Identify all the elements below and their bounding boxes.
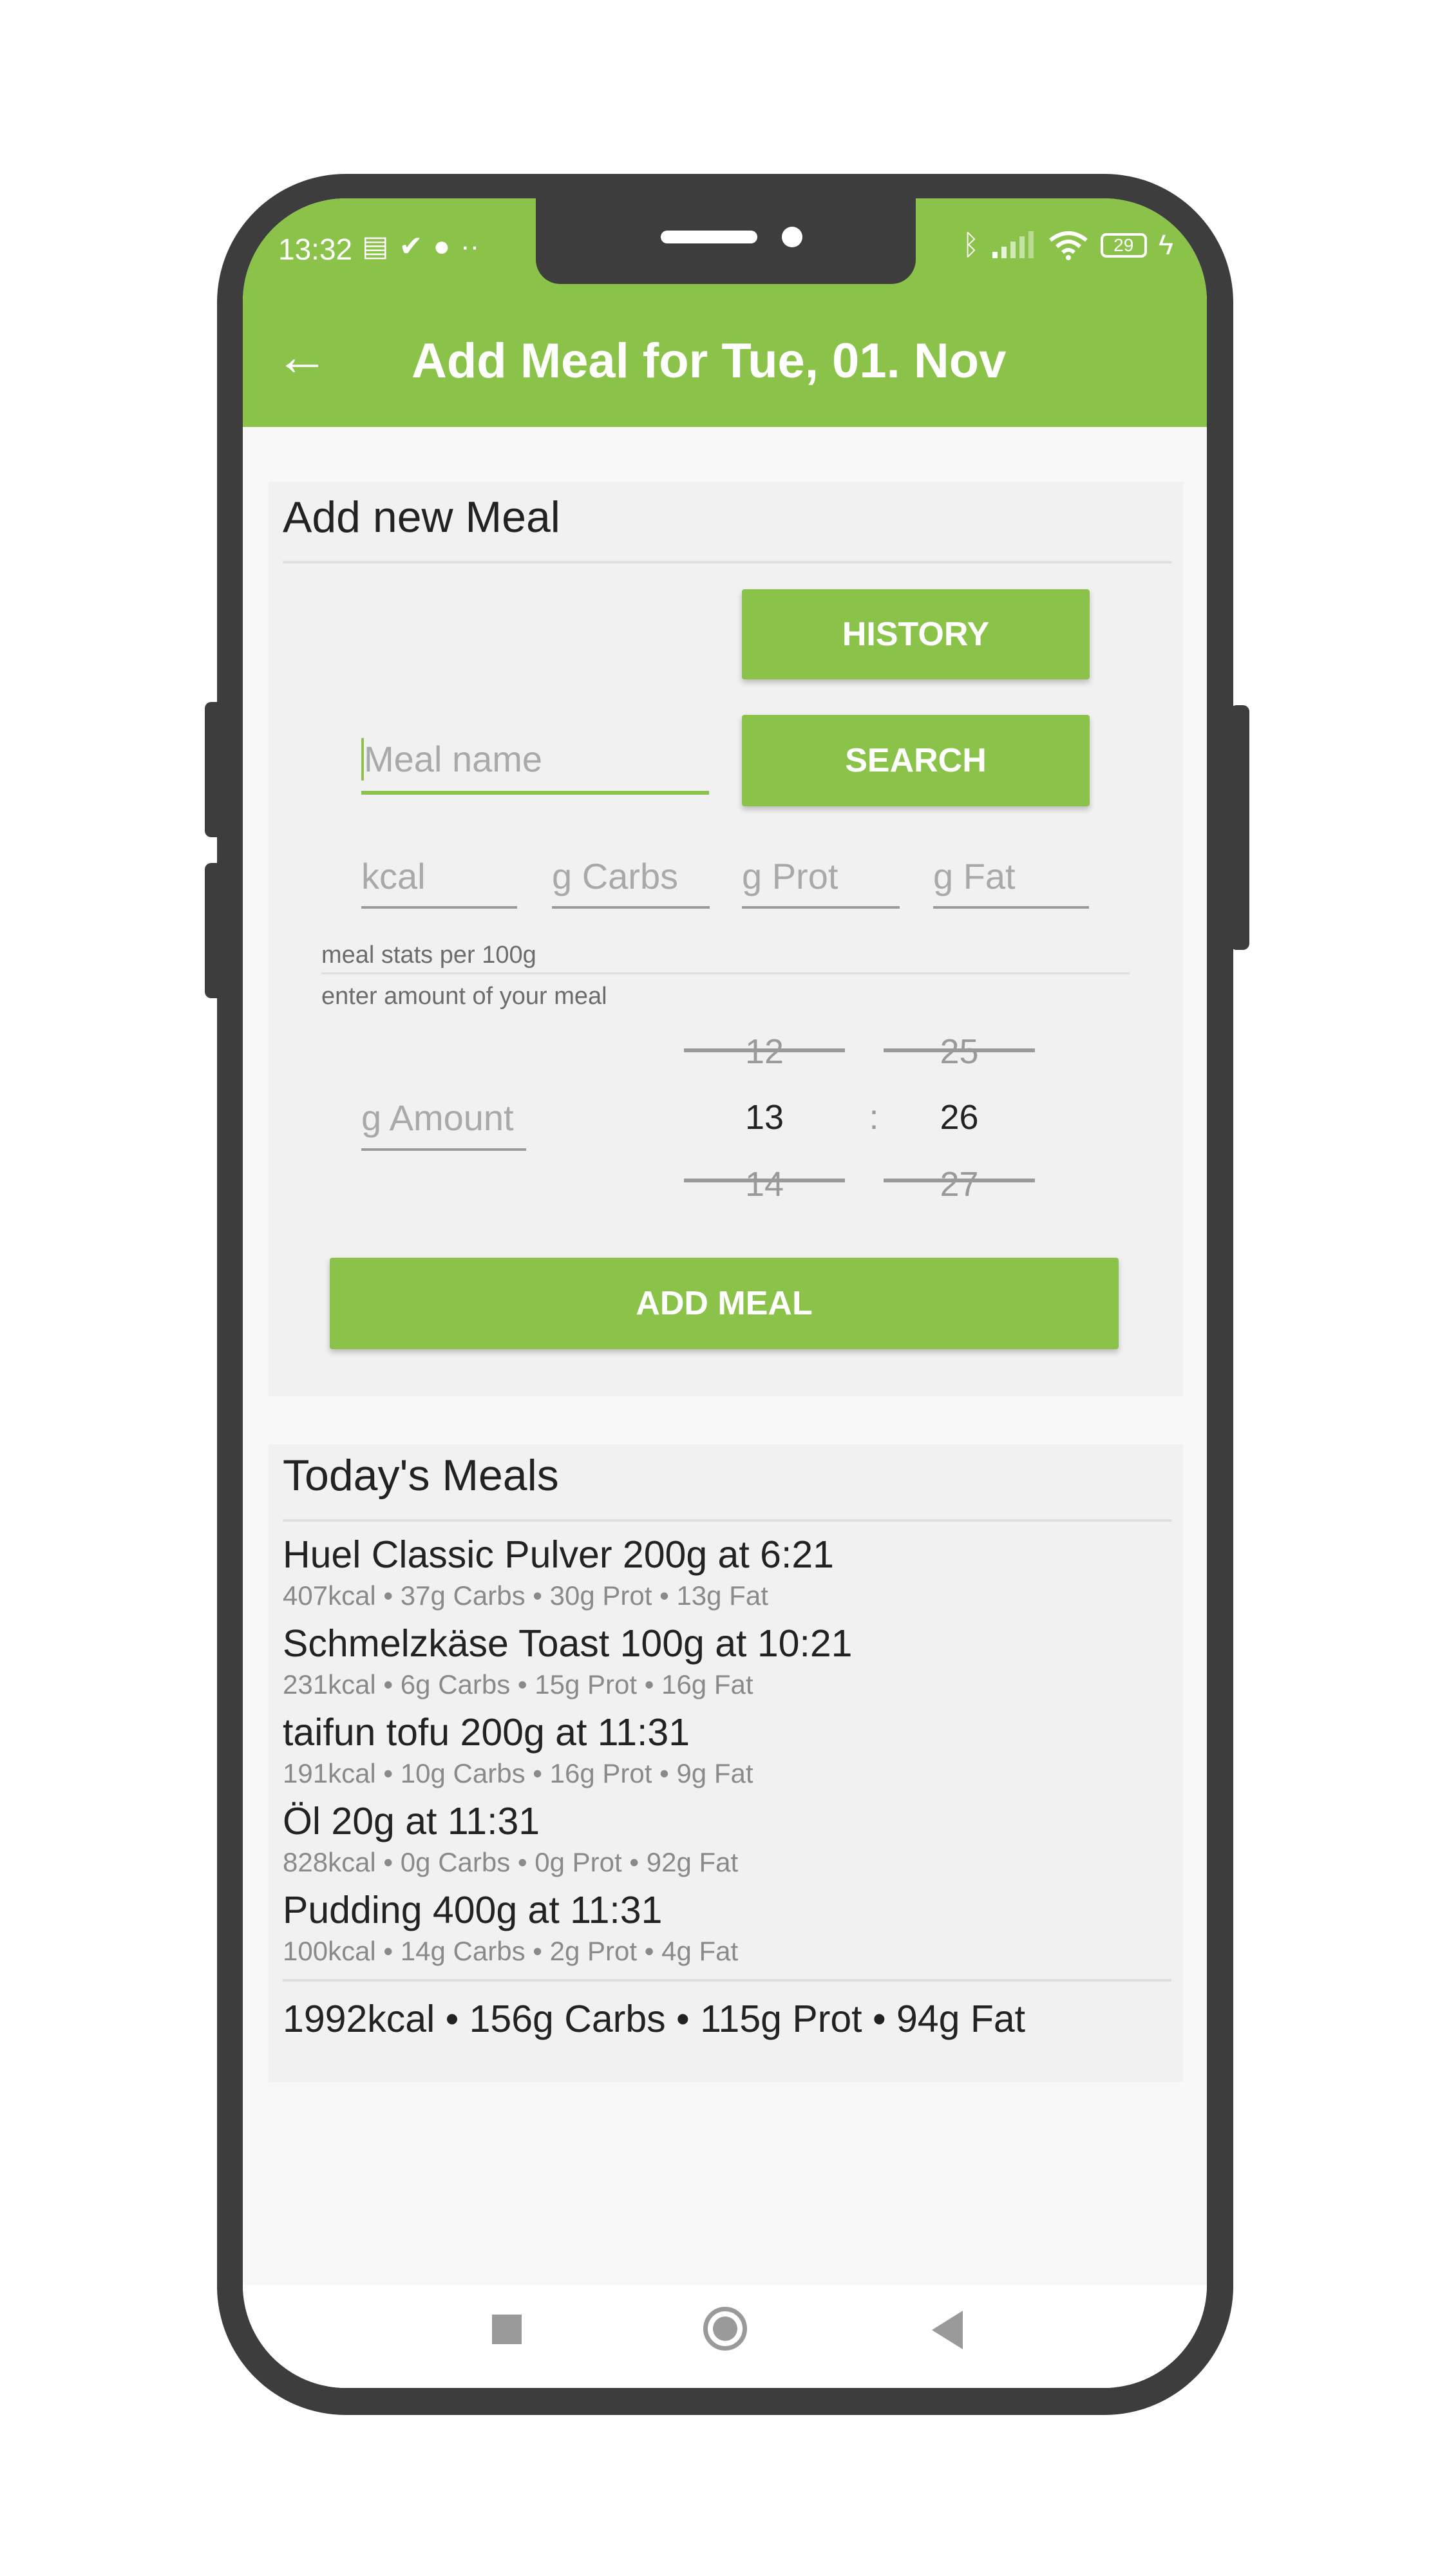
carbs-underline (552, 906, 710, 909)
wifi-icon (1048, 231, 1088, 260)
amount-hint: enter amount of your meal (321, 983, 607, 1010)
meal-name-4[interactable]: Pudding 400g at 11:31 (283, 1887, 662, 1933)
hour-current[interactable]: 13 (684, 1097, 845, 1137)
history-button[interactable]: HISTORY (742, 589, 1090, 679)
meal-name-2[interactable]: taifun tofu 200g at 11:31 (283, 1709, 690, 1756)
prot-input[interactable]: g Prot (742, 855, 838, 898)
signal-icon (992, 231, 1034, 258)
battery-icon: 29 (1100, 233, 1147, 258)
add-meal-divider (283, 561, 1171, 564)
navigation-bar (243, 2285, 1207, 2388)
meals-title-divider (283, 1519, 1171, 1522)
kcal-underline (361, 906, 517, 909)
power-button (1230, 705, 1249, 950)
front-camera (782, 227, 802, 247)
add-meal-button[interactable]: ADD MEAL (330, 1258, 1119, 1349)
hour-top-line (684, 1048, 845, 1052)
phone-screen: 13:32 ▤ ✔ ● ·· ᛒ 29 ϟ ← Add Meal for Tue… (243, 198, 1207, 2388)
bluetooth-icon: ᛒ (962, 229, 980, 261)
check-circle-icon: ✔ (399, 231, 423, 262)
meal-stats-0: 407kcal • 37g Carbs • 30g Prot • 13g Fat (283, 1580, 768, 1611)
meal-stats-3: 828kcal • 0g Carbs • 0g Prot • 92g Fat (283, 1847, 739, 1877)
amount-input[interactable]: g Amount (361, 1097, 514, 1139)
recent-apps-icon[interactable] (492, 2315, 522, 2344)
meal-name-1[interactable]: Schmelzkäse Toast 100g at 10:21 (283, 1620, 852, 1667)
todays-meals-title: Today's Meals (283, 1451, 559, 1500)
hour-bottom-line (684, 1179, 845, 1182)
meal-stats-hint: meal stats per 100g (321, 942, 536, 969)
amount-underline (361, 1148, 526, 1151)
stats-divider (321, 972, 1130, 974)
minute-next[interactable]: 27 (884, 1164, 1035, 1204)
status-icons-left: ▤ ✔ ● ·· (362, 231, 479, 263)
speaker (661, 231, 757, 243)
back-arrow-icon[interactable]: ← (275, 327, 329, 385)
meal-stats-2: 191kcal • 10g Carbs • 16g Prot • 9g Fat (283, 1758, 753, 1788)
hour-next[interactable]: 14 (684, 1164, 845, 1204)
todays-meals-card: Today's Meals Huel Classic Pulver 200g a… (269, 1444, 1183, 2082)
status-icons-right: ᛒ 29 ϟ (962, 229, 1173, 261)
kcal-input[interactable]: kcal (361, 855, 426, 898)
minute-bottom-line (884, 1179, 1035, 1182)
minute-current[interactable]: 26 (884, 1097, 1035, 1137)
more-icon: ·· (460, 231, 480, 262)
meal-name-0[interactable]: Huel Classic Pulver 200g at 6:21 (283, 1531, 834, 1578)
page-title: Add Meal for Tue, 01. Nov (412, 334, 1007, 388)
notes-icon: ▤ (362, 231, 389, 262)
fat-underline (933, 906, 1089, 909)
search-button[interactable]: SEARCH (742, 715, 1090, 806)
status-time: 13:32 (278, 232, 353, 266)
minute-top-line (884, 1048, 1035, 1052)
prot-underline (742, 906, 900, 909)
carbs-input[interactable]: g Carbs (552, 855, 678, 898)
battery-level: 29 (1113, 235, 1134, 255)
notch (536, 198, 916, 284)
meal-name-underline (361, 791, 709, 795)
meal-stats-1: 231kcal • 6g Carbs • 15g Prot • 16g Fat (283, 1669, 753, 1700)
back-icon[interactable] (932, 2311, 963, 2349)
account-icon: ● (433, 231, 451, 262)
meal-name-3[interactable]: Öl 20g at 11:31 (283, 1798, 540, 1844)
meals-total-divider (283, 1979, 1171, 1982)
charging-icon: ϟ (1158, 229, 1173, 261)
volume-down-button (205, 863, 224, 998)
daily-total: 1992kcal • 156g Carbs • 115g Prot • 94g … (283, 1998, 1026, 2040)
fat-input[interactable]: g Fat (933, 855, 1016, 898)
volume-up-button (205, 702, 224, 837)
meal-stats-4: 100kcal • 14g Carbs • 2g Prot • 4g Fat (283, 1936, 739, 1966)
add-meal-card-title: Add new Meal (283, 493, 560, 542)
add-meal-card: Add new Meal HISTORY Meal name SEARCH kc… (269, 482, 1183, 1396)
home-icon[interactable] (703, 2307, 747, 2351)
meal-name-input[interactable]: Meal name (361, 738, 542, 781)
